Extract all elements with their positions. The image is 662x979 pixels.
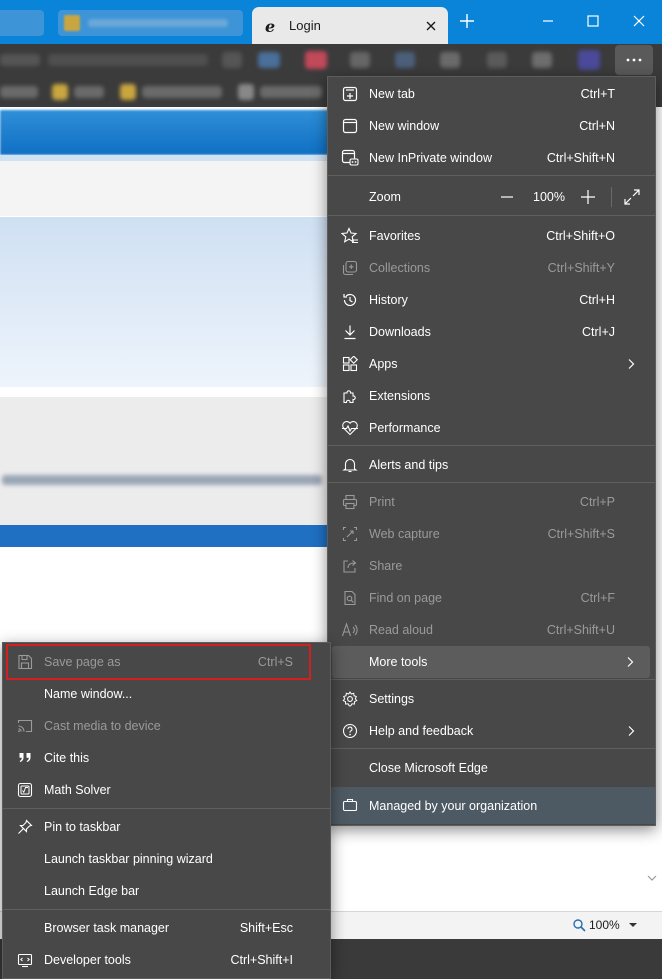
more-dots-icon — [626, 58, 642, 62]
close-window-button[interactable] — [628, 10, 650, 32]
chevron-down-icon[interactable] — [628, 922, 638, 928]
developer-tools-icon — [16, 951, 34, 969]
settings-and-more-menu: New tab Ctrl+T New window Ctrl+N New InP… — [327, 76, 656, 826]
new-window-icon — [341, 117, 359, 135]
math-solver-icon — [16, 781, 34, 799]
new-tab-button[interactable] — [456, 10, 478, 32]
menu-divider — [3, 909, 330, 910]
bell-icon — [341, 456, 359, 474]
web-capture-icon — [341, 525, 359, 543]
menu-item-new-tab[interactable]: New tab Ctrl+T — [328, 78, 655, 110]
performance-icon — [341, 419, 359, 437]
more-tools-submenu: Save page as Ctrl+S Name window... Cast … — [2, 642, 331, 979]
menu-item-performance[interactable]: Performance — [328, 412, 655, 444]
menu-item-launch-pinning-wizard[interactable]: Launch taskbar pinning wizard — [3, 843, 330, 875]
quote-icon — [16, 749, 34, 767]
menu-item-read-aloud[interactable]: Read aloud Ctrl+Shift+U — [328, 614, 655, 646]
menu-item-web-capture[interactable]: Web capture Ctrl+Shift+S — [328, 518, 655, 550]
menu-item-zoom: Zoom 100% — [328, 181, 655, 213]
history-icon — [341, 291, 359, 309]
menu-item-apps[interactable]: Apps — [328, 348, 655, 380]
settings-and-more-button[interactable] — [615, 45, 653, 75]
menu-divider — [328, 679, 655, 680]
plus-icon — [460, 14, 474, 28]
print-icon — [341, 493, 359, 511]
menu-item-find-on-page[interactable]: Find on page Ctrl+F — [328, 582, 655, 614]
menu-item-name-window[interactable]: Name window... — [3, 678, 330, 710]
menu-item-cite-this[interactable]: Cite this — [3, 742, 330, 774]
minimize-button[interactable] — [537, 10, 559, 32]
zoom-out-button[interactable] — [498, 189, 516, 205]
scroll-down-icon[interactable] — [646, 872, 658, 884]
tab-title: Login — [289, 18, 321, 33]
menu-item-pin-to-taskbar[interactable]: Pin to taskbar — [3, 811, 330, 843]
fullscreen-icon[interactable] — [623, 188, 641, 206]
close-tab-icon[interactable] — [424, 19, 438, 33]
close-icon — [633, 15, 645, 27]
page-zoom-level[interactable]: 100% — [589, 918, 620, 932]
menu-item-developer-tools[interactable]: Developer tools Ctrl+Shift+I — [3, 944, 330, 976]
menu-item-history[interactable]: History Ctrl+H — [328, 284, 655, 316]
gear-icon — [341, 690, 359, 708]
maximize-button[interactable] — [582, 10, 604, 32]
minimize-icon — [543, 20, 553, 22]
svg-text:e: e — [265, 18, 275, 34]
cast-icon — [16, 717, 34, 735]
favorites-icon — [341, 227, 359, 245]
new-tab-icon — [341, 85, 359, 103]
pin-icon — [16, 818, 34, 836]
menu-item-help-and-feedback[interactable]: Help and feedback — [328, 715, 655, 747]
menu-item-more-tools[interactable]: More tools — [332, 646, 650, 678]
share-icon — [341, 557, 359, 575]
tab-login[interactable]: e Login — [252, 7, 448, 44]
zoom-in-button[interactable] — [579, 188, 597, 206]
menu-item-collections[interactable]: Collections Ctrl+Shift+Y — [328, 252, 655, 284]
menu-divider — [328, 748, 655, 749]
menu-item-cast-media[interactable]: Cast media to device — [3, 710, 330, 742]
menu-item-close-microsoft-edge[interactable]: Close Microsoft Edge — [328, 752, 655, 784]
menu-item-browser-task-manager[interactable]: Browser task manager Shift+Esc — [3, 912, 330, 944]
collections-icon — [341, 259, 359, 277]
menu-item-managed-by-organization[interactable]: Managed by your organization — [328, 787, 655, 824]
background-tab[interactable] — [0, 10, 44, 36]
zoom-magnifier-icon — [573, 919, 586, 932]
zoom-divider — [611, 187, 612, 207]
zoom-level: 100% — [533, 190, 565, 204]
maximize-icon — [587, 15, 599, 27]
menu-item-new-window[interactable]: New window Ctrl+N — [328, 110, 655, 142]
briefcase-icon — [341, 796, 359, 814]
read-aloud-icon — [341, 621, 359, 639]
background-tab[interactable] — [58, 10, 243, 36]
help-icon — [341, 722, 359, 740]
chevron-right-icon — [627, 657, 634, 667]
menu-divider — [328, 482, 655, 483]
chevron-right-icon — [628, 726, 635, 736]
chevron-right-icon — [628, 359, 635, 369]
apps-icon — [341, 355, 359, 373]
menu-item-launch-edge-bar[interactable]: Launch Edge bar — [3, 875, 330, 907]
menu-divider — [328, 445, 655, 446]
menu-divider — [328, 175, 655, 176]
menu-item-settings[interactable]: Settings — [328, 683, 655, 715]
menu-divider — [328, 215, 655, 216]
menu-item-print[interactable]: Print Ctrl+P — [328, 486, 655, 518]
browser-toolbar — [0, 44, 662, 77]
ie-logo-icon: e — [265, 18, 275, 34]
download-icon — [341, 323, 359, 341]
save-page-as-highlight — [6, 644, 311, 680]
menu-item-extensions[interactable]: Extensions — [328, 380, 655, 412]
find-icon — [341, 589, 359, 607]
menu-item-new-inprivate-window[interactable]: New InPrivate window Ctrl+Shift+N — [328, 142, 655, 174]
title-bar: e Login — [0, 0, 662, 44]
menu-item-downloads[interactable]: Downloads Ctrl+J — [328, 316, 655, 348]
menu-item-favorites[interactable]: Favorites Ctrl+Shift+O — [328, 220, 655, 252]
extensions-icon — [341, 387, 359, 405]
menu-item-share[interactable]: Share — [328, 550, 655, 582]
menu-item-math-solver[interactable]: Math Solver — [3, 774, 330, 806]
inprivate-icon — [341, 149, 359, 167]
menu-item-alerts-and-tips[interactable]: Alerts and tips — [328, 449, 655, 481]
menu-divider — [3, 808, 330, 809]
